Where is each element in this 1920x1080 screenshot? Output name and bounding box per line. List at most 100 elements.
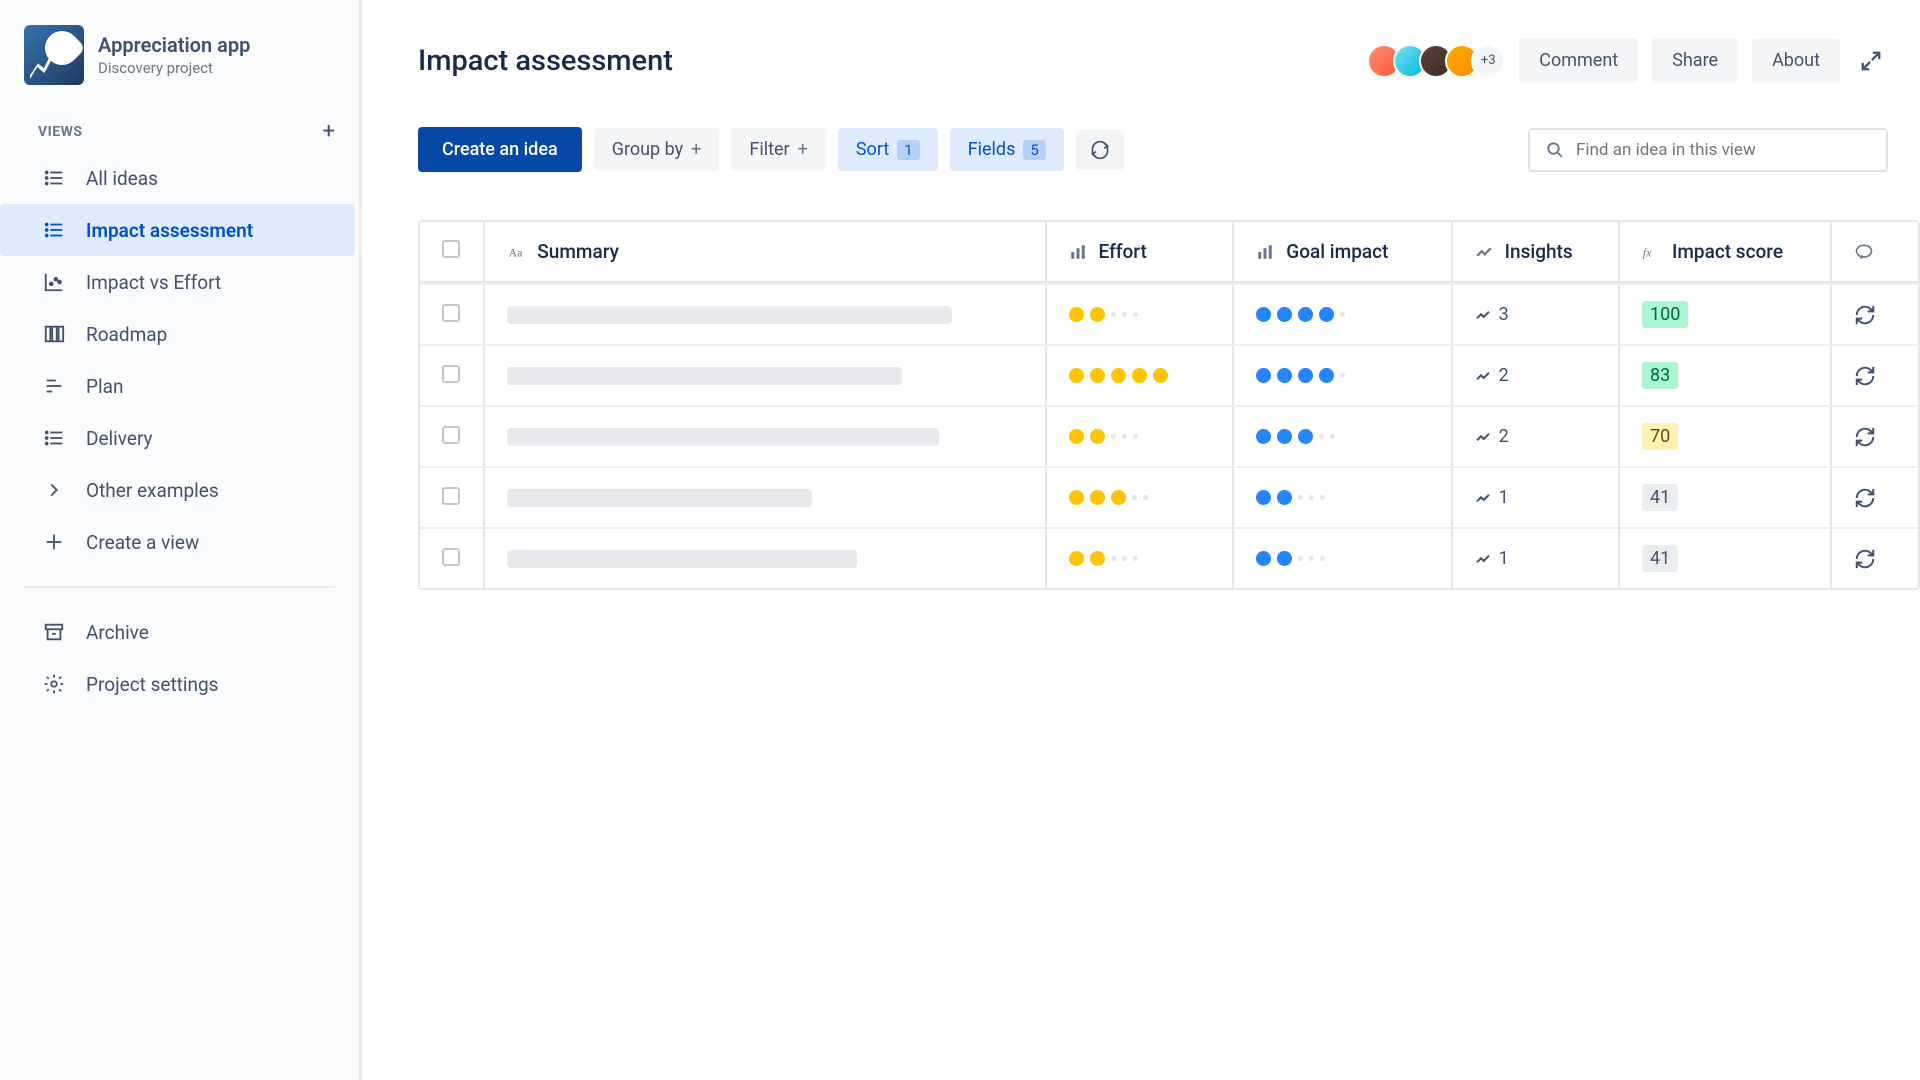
insights-cell: 2 xyxy=(1475,365,1596,386)
row-checkbox[interactable] xyxy=(442,548,460,566)
dot-empty xyxy=(1319,434,1324,439)
refresh-icon[interactable] xyxy=(1854,487,1896,509)
col-checkbox[interactable] xyxy=(420,222,485,283)
rating-dots xyxy=(1256,307,1428,322)
fields-count: 5 xyxy=(1023,140,1045,160)
dot-empty xyxy=(1330,434,1335,439)
filter-chip[interactable]: Filter + xyxy=(731,128,825,171)
avatar-more[interactable]: +3 xyxy=(1471,44,1505,78)
table-row[interactable]: 3100 xyxy=(420,283,1918,344)
dot-filled xyxy=(1069,429,1084,444)
sort-count: 1 xyxy=(897,140,919,160)
refresh-icon[interactable] xyxy=(1854,365,1896,387)
list-icon xyxy=(42,218,66,242)
sidebar-item-project-settings[interactable]: Project settings xyxy=(0,658,359,710)
col-effort[interactable]: Effort xyxy=(1047,222,1235,283)
list-icon xyxy=(42,426,66,450)
impact-score-badge: 100 xyxy=(1642,301,1688,328)
avatar-stack[interactable]: +3 xyxy=(1367,44,1505,78)
col-summary[interactable]: Aa Summary xyxy=(485,222,1046,283)
dot-empty xyxy=(1309,556,1314,561)
dot-filled xyxy=(1069,490,1084,505)
share-button[interactable]: Share xyxy=(1652,38,1738,83)
dot-empty xyxy=(1143,495,1148,500)
comment-icon xyxy=(1854,242,1874,262)
insights-count: 2 xyxy=(1499,426,1509,447)
svg-text:fx: fx xyxy=(1643,245,1652,259)
checkbox-all[interactable] xyxy=(442,240,460,258)
sidebar-item-impact-vs-effort[interactable]: Impact vs Effort xyxy=(0,256,359,308)
dot-empty xyxy=(1111,556,1116,561)
gear-icon xyxy=(42,672,66,696)
col-impact-score[interactable]: fx Impact score xyxy=(1620,222,1832,283)
sidebar-item-label: Project settings xyxy=(86,673,218,696)
dot-filled xyxy=(1111,368,1126,383)
rating-dots xyxy=(1069,307,1211,322)
dot-empty xyxy=(1309,495,1314,500)
rating-dots xyxy=(1256,490,1428,505)
dot-empty xyxy=(1298,495,1303,500)
sidebar-item-impact-assessment[interactable]: Impact assessment xyxy=(0,204,355,256)
sidebar-item-archive[interactable]: Archive xyxy=(0,606,359,658)
col-summary-label: Summary xyxy=(537,240,619,263)
dot-filled xyxy=(1256,551,1271,566)
dot-empty xyxy=(1133,556,1138,561)
comment-button[interactable]: Comment xyxy=(1519,38,1638,83)
dot-filled xyxy=(1090,551,1105,566)
plus-icon: + xyxy=(798,139,808,160)
create-idea-button[interactable]: Create an idea xyxy=(418,127,582,172)
table-row[interactable]: 141 xyxy=(420,466,1918,527)
dot-empty xyxy=(1132,495,1137,500)
row-checkbox[interactable] xyxy=(442,365,460,383)
add-view-icon[interactable]: + xyxy=(323,119,335,144)
search-input[interactable] xyxy=(1576,140,1870,160)
sidebar-item-label: Create a view xyxy=(86,531,199,554)
about-button[interactable]: About xyxy=(1752,38,1840,83)
dot-filled xyxy=(1298,429,1313,444)
search-box[interactable] xyxy=(1528,128,1888,172)
summary-placeholder xyxy=(507,489,812,507)
rating-dots xyxy=(1069,368,1211,383)
sidebar-item-other-examples[interactable]: Other examples xyxy=(0,464,359,516)
sidebar-divider xyxy=(24,586,335,588)
sidebar-item-all-ideas[interactable]: All ideas xyxy=(0,152,359,204)
impact-score-badge: 70 xyxy=(1642,423,1678,450)
refresh-icon[interactable] xyxy=(1854,548,1896,570)
table-row[interactable]: 2 70 xyxy=(420,405,1918,466)
sidebar-item-delivery[interactable]: Delivery xyxy=(0,412,359,464)
insights-count: 1 xyxy=(1499,548,1509,569)
col-comments[interactable] xyxy=(1832,222,1918,283)
rating-dots xyxy=(1256,429,1428,444)
views-section-label: VIEWS xyxy=(38,124,83,140)
refresh-icon[interactable] xyxy=(1854,304,1896,326)
sidebar-item-roadmap[interactable]: Roadmap xyxy=(0,308,359,360)
table-row[interactable]: 141 xyxy=(420,527,1918,588)
dot-empty xyxy=(1111,434,1116,439)
sort-chip[interactable]: Sort 1 xyxy=(838,128,938,171)
scatter-icon xyxy=(42,270,66,294)
table-row[interactable]: 2 83 xyxy=(420,344,1918,405)
expand-icon[interactable] xyxy=(1854,44,1888,78)
row-checkbox[interactable] xyxy=(442,487,460,505)
row-checkbox[interactable] xyxy=(442,426,460,444)
row-checkbox[interactable] xyxy=(442,304,460,322)
sidebar-item-label: Archive xyxy=(86,621,149,644)
rating-dots xyxy=(1256,368,1428,383)
dot-filled xyxy=(1277,551,1292,566)
dot-empty xyxy=(1111,312,1116,317)
sidebar-item-plan[interactable]: Plan xyxy=(0,360,359,412)
views-header: VIEWS + xyxy=(0,103,359,152)
col-insights[interactable]: Insights xyxy=(1453,222,1620,283)
impact-score-badge: 83 xyxy=(1642,362,1678,389)
autofill-chip[interactable] xyxy=(1076,130,1124,170)
sidebar-item-create-a-view[interactable]: Create a view xyxy=(0,516,359,568)
fields-chip[interactable]: Fields 5 xyxy=(950,128,1064,171)
text-icon: Aa xyxy=(507,243,525,261)
dot-filled xyxy=(1090,368,1105,383)
dot-empty xyxy=(1320,556,1325,561)
sidebar-item-label: Impact assessment xyxy=(86,219,253,242)
col-goal-impact[interactable]: Goal impact xyxy=(1234,222,1452,283)
groupby-chip[interactable]: Group by + xyxy=(594,128,720,171)
list-icon xyxy=(42,166,66,190)
refresh-icon[interactable] xyxy=(1854,426,1896,448)
